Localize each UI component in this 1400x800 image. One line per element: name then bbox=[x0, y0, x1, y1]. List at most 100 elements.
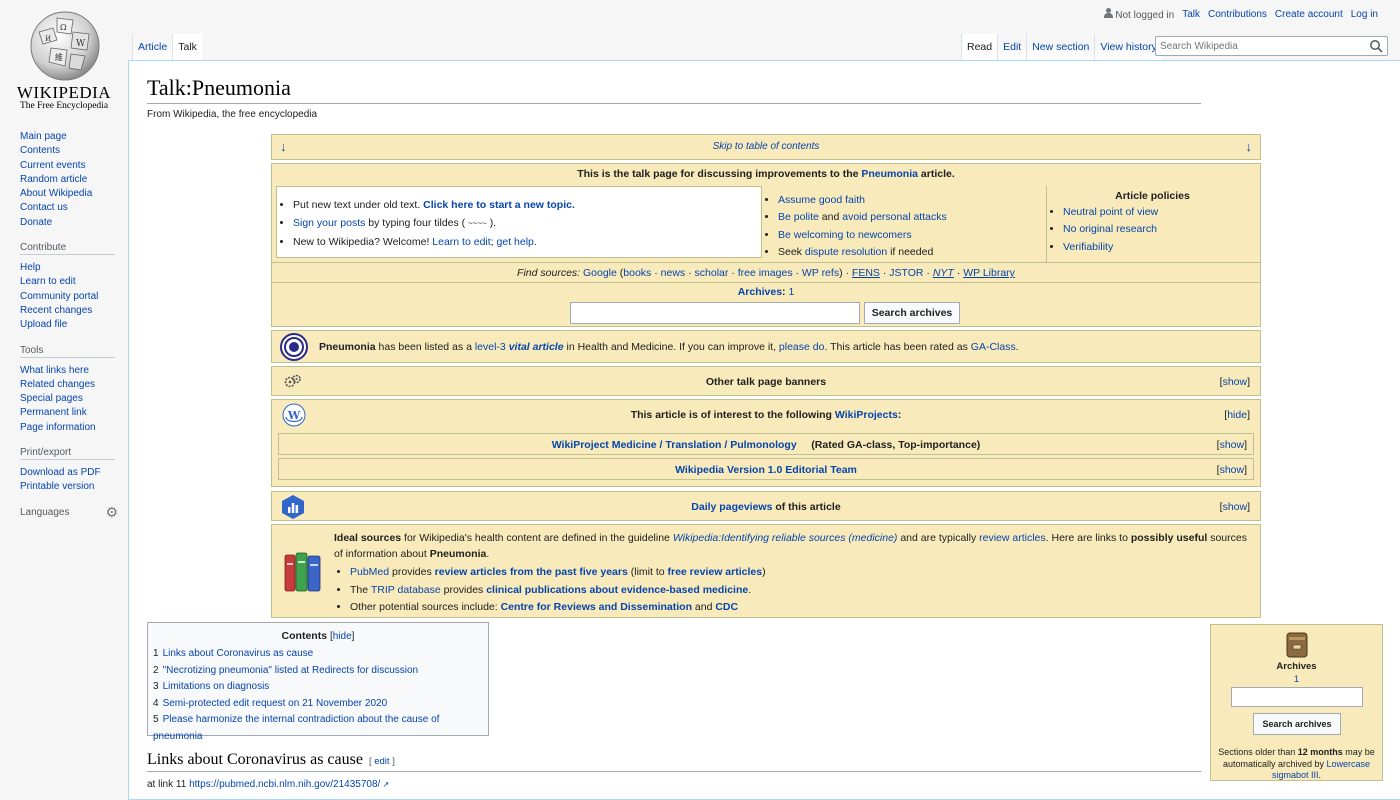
personal-contributions-link[interactable]: Contributions bbox=[1208, 9, 1267, 20]
no-original-research-link[interactable]: No original research bbox=[1063, 223, 1157, 235]
find-news-link[interactable]: news bbox=[661, 267, 686, 279]
avoid-personal-attacks-link[interactable]: avoid personal attacks bbox=[842, 211, 946, 223]
toc-item-5[interactable]: 5 Please harmonize the internal contradic… bbox=[153, 714, 439, 742]
archive-1-link[interactable]: 1 bbox=[788, 286, 794, 298]
find-wp-refs-link[interactable]: WP refs bbox=[802, 267, 839, 279]
skip-to-toc-link[interactable]: Skip to table of contents bbox=[713, 141, 820, 152]
create-account-link[interactable]: Create account bbox=[1275, 9, 1343, 20]
pneumonia-article-link[interactable]: Pneumonia bbox=[861, 168, 918, 180]
npov-link[interactable]: Neutral point of view bbox=[1063, 206, 1158, 218]
arrow-down-icon[interactable]: ↓ bbox=[280, 135, 287, 159]
medrs-guideline-link[interactable]: Wikipedia:Identifying reliable sources (… bbox=[673, 532, 898, 544]
nav-help[interactable]: Help bbox=[20, 262, 41, 273]
verifiability-link[interactable]: Verifiability bbox=[1063, 241, 1113, 253]
nav-learn-to-edit[interactable]: Learn to edit bbox=[20, 276, 76, 287]
nav-contact-us[interactable]: Contact us bbox=[20, 202, 68, 213]
find-wp-library-link[interactable]: WP Library bbox=[963, 267, 1015, 279]
review-five-years-link[interactable]: review articles from the past five years bbox=[435, 566, 628, 578]
ga-class-link[interactable]: GA-Class bbox=[971, 341, 1016, 353]
nav-what-links-here[interactable]: What links here bbox=[20, 365, 89, 376]
clinical-publications-link[interactable]: clinical publications about evidence-bas… bbox=[486, 584, 748, 596]
daily-pageviews-link[interactable]: Daily pageviews bbox=[691, 501, 772, 513]
section-edit-link[interactable]: edit bbox=[374, 756, 389, 767]
crd-link[interactable]: Centre for Reviews and Dissemination bbox=[501, 601, 692, 613]
find-free-images-link[interactable]: free images bbox=[738, 267, 793, 279]
nav-main-page[interactable]: Main page bbox=[20, 131, 67, 142]
wikiprojects-hide-link[interactable]: hide bbox=[1227, 409, 1247, 421]
nav-contents[interactable]: Contents bbox=[20, 145, 60, 156]
nav-community-portal[interactable]: Community portal bbox=[20, 291, 98, 302]
nav-printable-version[interactable]: Printable version bbox=[20, 481, 94, 492]
nav-permanent-link[interactable]: Permanent link bbox=[20, 407, 87, 418]
nav-upload-file[interactable]: Upload file bbox=[20, 319, 67, 330]
tab-article[interactable]: Article bbox=[132, 34, 173, 60]
nav-donate[interactable]: Donate bbox=[20, 217, 52, 228]
nav-related-changes[interactable]: Related changes bbox=[20, 379, 95, 390]
learn-to-edit-link[interactable]: Learn to edit bbox=[432, 236, 490, 248]
toc-hide-link[interactable]: hide bbox=[333, 631, 352, 642]
search-icon[interactable] bbox=[1369, 39, 1383, 53]
free-review-articles-link[interactable]: free review articles bbox=[668, 566, 763, 578]
toc-item-4[interactable]: 4 Semi-protected edit request on 21 Novem… bbox=[153, 698, 387, 709]
nav-page-information[interactable]: Page information bbox=[20, 422, 96, 433]
wikiproject-medicine-link[interactable]: WikiProject Medicine bbox=[552, 439, 657, 451]
toc-item-1[interactable]: 1 Links about Coronavirus as cause bbox=[153, 648, 313, 659]
toc-item-2[interactable]: 2 "Necrotizing pneumonia" listed at Redir… bbox=[153, 665, 418, 676]
dispute-resolution-link[interactable]: dispute resolution bbox=[805, 246, 887, 258]
other-banners-show-link[interactable]: show bbox=[1223, 376, 1248, 388]
trip-database-link[interactable]: TRIP database bbox=[371, 584, 441, 596]
login-link[interactable]: Log in bbox=[1351, 9, 1378, 20]
nav-special-pages[interactable]: Special pages bbox=[20, 393, 83, 404]
search-input[interactable] bbox=[1156, 37, 1356, 55]
archive-sidebox-1-link[interactable]: 1 bbox=[1294, 674, 1299, 684]
wikiprojects-link[interactable]: WikiProjects bbox=[835, 409, 898, 421]
gear-icon[interactable]: ⚙ bbox=[105, 504, 118, 521]
wikiproject-translation-link[interactable]: Translation bbox=[665, 439, 721, 451]
archive-sidebox-search-input[interactable] bbox=[1231, 687, 1363, 707]
assume-good-faith-link[interactable]: Assume good faith bbox=[778, 194, 865, 206]
nav-download-pdf[interactable]: Download as PDF bbox=[20, 467, 101, 478]
tab-talk[interactable]: Talk bbox=[172, 34, 202, 60]
vital-article-link[interactable]: vital article bbox=[509, 341, 564, 353]
cdc-link[interactable]: CDC bbox=[715, 601, 738, 613]
find-jstor-link[interactable]: JSTOR bbox=[889, 267, 923, 279]
pageviews-show-link[interactable]: show bbox=[1223, 501, 1248, 513]
tab-edit[interactable]: Edit bbox=[997, 34, 1027, 60]
arrow-down-icon[interactable]: ↓ bbox=[1246, 135, 1253, 159]
nav-about-wikipedia[interactable]: About Wikipedia bbox=[20, 188, 92, 199]
review-articles-link[interactable]: review articles bbox=[979, 532, 1046, 544]
be-welcoming-link[interactable]: Be welcoming to newcomers bbox=[778, 229, 912, 241]
find-google-link[interactable]: Google bbox=[583, 267, 617, 279]
find-scholar-link[interactable]: scholar bbox=[695, 267, 729, 279]
archives-link[interactable]: Archives bbox=[738, 286, 782, 298]
wikiproject-pulmonology-link[interactable]: Pulmonology bbox=[730, 439, 797, 451]
be-polite-link[interactable]: Be polite bbox=[778, 211, 819, 223]
tab-view-history[interactable]: View history bbox=[1094, 34, 1162, 60]
wikiproject-medicine-show-link[interactable]: show bbox=[1220, 439, 1245, 451]
tab-read[interactable]: Read bbox=[961, 34, 998, 60]
search-archives-button[interactable]: Search archives bbox=[864, 302, 960, 324]
archive-sidebox-search-button[interactable]: Search archives bbox=[1253, 713, 1341, 735]
version-1-team-link[interactable]: Wikipedia Version 1.0 Editorial Team bbox=[675, 464, 857, 476]
archive-search-input[interactable] bbox=[570, 302, 860, 324]
find-nyt-link[interactable]: NYT bbox=[933, 267, 954, 279]
toc-item-3[interactable]: 3 Limitations on diagnosis bbox=[153, 681, 269, 692]
nav-random-article[interactable]: Random article bbox=[20, 174, 87, 185]
find-fens-link[interactable]: FENS bbox=[852, 267, 880, 279]
personal-talk-link[interactable]: Talk bbox=[1182, 9, 1200, 20]
please-do-link[interactable]: please do bbox=[779, 341, 825, 353]
get-help-link[interactable]: get help bbox=[497, 236, 534, 248]
level-3-link[interactable]: level-3 bbox=[475, 341, 506, 353]
pubmed-link[interactable]: PubMed bbox=[350, 566, 389, 578]
new-topic-link[interactable]: Click here to start a new topic. bbox=[423, 199, 575, 211]
pubmed-external-link[interactable]: https://pubmed.ncbi.nlm.nih.gov/21435708… bbox=[189, 779, 380, 790]
pageviews-toggle: [show] bbox=[1219, 501, 1250, 513]
other-banners-bar: Other talk page banners [show] bbox=[271, 366, 1261, 396]
wikipedia-logo[interactable]: Ω W И 維 WIKIPEDIA The Free Encyclopedia bbox=[0, 0, 128, 120]
version-1-show-link[interactable]: show bbox=[1220, 464, 1245, 476]
sign-posts-link[interactable]: Sign your posts bbox=[293, 217, 365, 229]
nav-current-events[interactable]: Current events bbox=[20, 160, 86, 171]
find-books-link[interactable]: books bbox=[623, 267, 651, 279]
nav-recent-changes[interactable]: Recent changes bbox=[20, 305, 92, 316]
tab-new-section[interactable]: New section bbox=[1026, 34, 1095, 60]
